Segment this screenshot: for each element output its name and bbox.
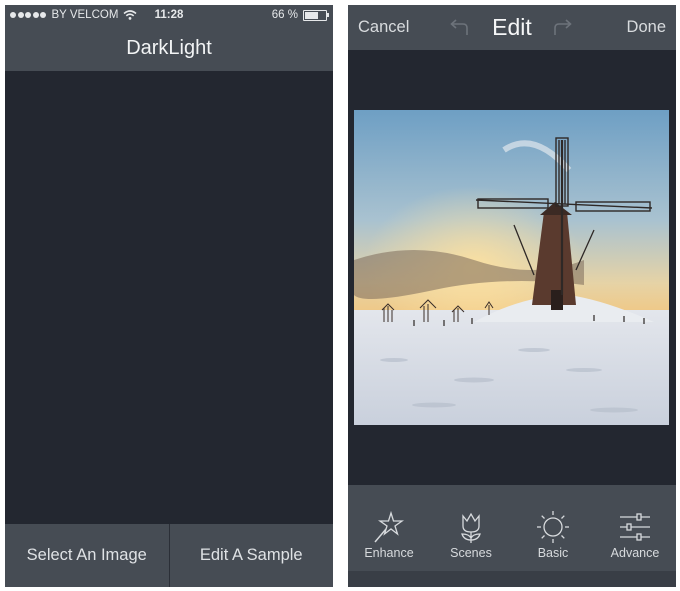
navigation-bar: DarkLight [5,26,333,71]
tool-enhance[interactable]: Enhance [348,485,430,571]
bottom-action-bar: Select An Image Edit A Sample [5,524,333,587]
tool-scenes[interactable]: Scenes [430,485,512,571]
magic-wand-star-icon [374,510,405,543]
tool-advance[interactable]: Advance [594,485,676,571]
select-image-button[interactable]: Select An Image [5,524,169,587]
app-title: DarkLight [126,37,212,59]
bottom-strip [348,571,676,587]
windmill-photo [354,110,669,425]
battery-percent: 66 % [271,9,298,21]
tulip-flower-icon [461,512,481,543]
edit-header: Cancel Edit Done [348,5,676,50]
status-bar: BY VELCOM 11:28 66 % [5,5,333,26]
sliders-icon [620,513,650,541]
edit-screen: Cancel Edit Done Enhance Scenes Basic Ad… [348,5,676,587]
sun-icon [537,511,569,543]
home-screen: BY VELCOM 11:28 66 % DarkLight Select An… [5,5,333,587]
tool-bar: Enhance Scenes Basic Advance [348,485,676,571]
battery-fill [305,11,319,19]
edit-sample-button[interactable]: Edit A Sample [170,524,334,587]
battery-icon [303,9,329,21]
battery-status: 66 % [271,9,329,21]
tool-label: Scenes [450,546,492,560]
redo-icon[interactable] [552,18,574,38]
tool-basic[interactable]: Basic [512,485,594,571]
tool-label: Enhance [364,546,414,560]
tool-label: Basic [537,546,569,560]
done-button[interactable]: Done [627,18,666,37]
tool-label: Advance [610,546,660,560]
